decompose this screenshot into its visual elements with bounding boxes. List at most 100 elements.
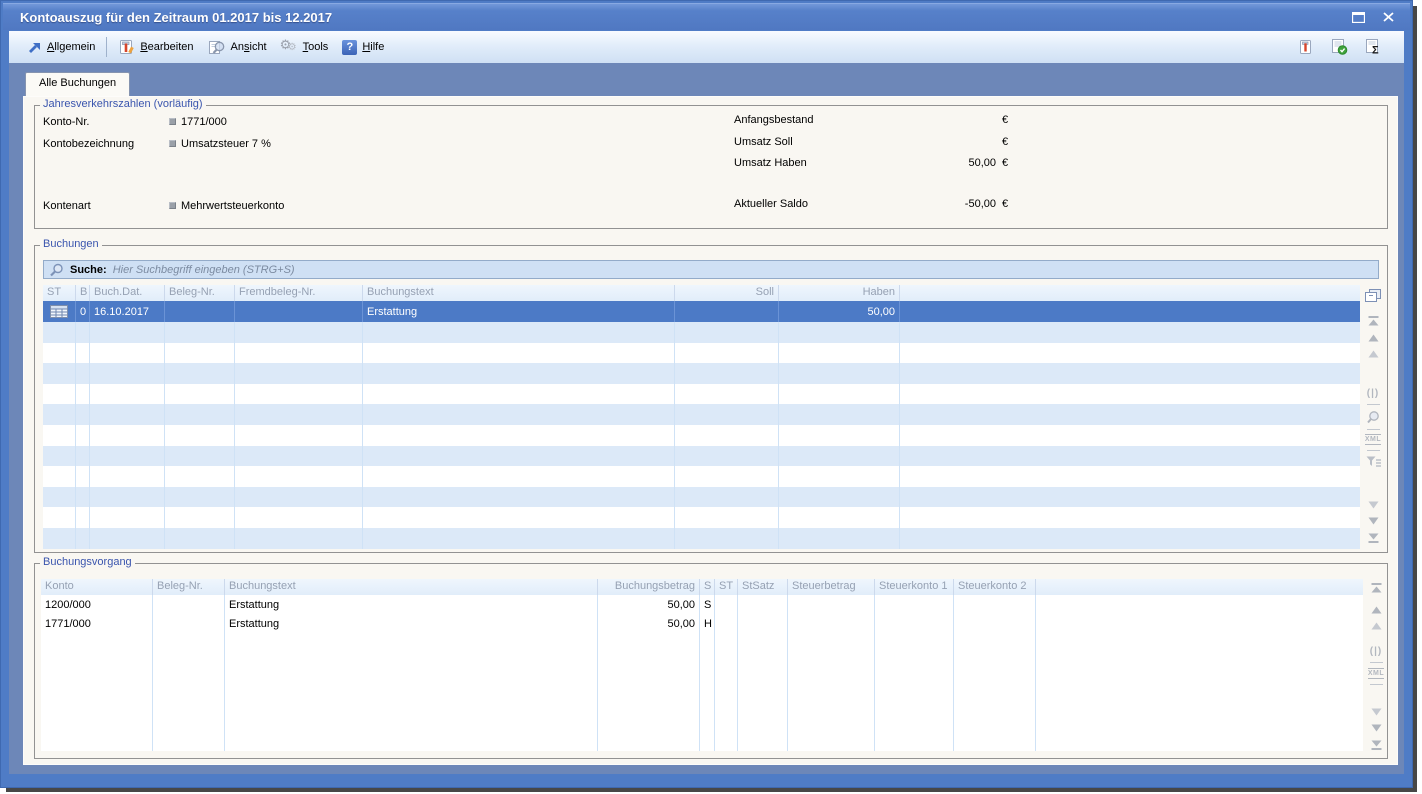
- scroll-top-icon[interactable]: [1368, 316, 1379, 326]
- scroll-down-icon[interactable]: [1371, 724, 1382, 732]
- scroll-top-icon[interactable]: [1371, 583, 1382, 593]
- column-header-konto[interactable]: Konto: [41, 579, 153, 595]
- cell-stsatz: [738, 634, 788, 654]
- cell-stk2: [954, 693, 1036, 713]
- amount-label: Umsatz Soll: [734, 136, 793, 148]
- column-header-haben[interactable]: Haben: [779, 285, 900, 301]
- cell-b: [76, 363, 90, 384]
- column-header-b[interactable]: B: [76, 285, 90, 301]
- gears-icon: ⚙⚙: [281, 39, 298, 55]
- table-row[interactable]: [41, 693, 1363, 713]
- column-header-st[interactable]: ST: [715, 579, 738, 595]
- search-bar[interactable]: Suche:: [43, 260, 1379, 279]
- fit-width-icon[interactable]: (|): [1370, 646, 1382, 657]
- xml-icon[interactable]: XML: [1368, 668, 1384, 679]
- cell-beleg: [165, 507, 235, 528]
- zoom-icon[interactable]: [1366, 410, 1380, 424]
- scroll-up-icon[interactable]: [1371, 606, 1382, 614]
- menu-item-hilfe[interactable]: ?Hilfe: [335, 37, 391, 58]
- table-row[interactable]: [41, 634, 1363, 654]
- table-row[interactable]: [43, 446, 1360, 467]
- page-down-icon[interactable]: [1371, 708, 1382, 716]
- cell-filler: [900, 425, 1360, 446]
- page-up-icon[interactable]: [1371, 622, 1382, 630]
- filter-icon[interactable]: [1366, 456, 1381, 467]
- menu-item-ansicht[interactable]: Ansicht: [201, 37, 274, 58]
- table-row[interactable]: 1771/000Erstattung50,00H: [41, 615, 1363, 635]
- cell-b: [76, 425, 90, 446]
- tab-alle-buchungen[interactable]: Alle Buchungen: [25, 72, 130, 97]
- bookings-table: STBBuch.Dat.Beleg-Nr.Fremdbeleg-Nr.Buchu…: [43, 285, 1360, 549]
- columns-icon[interactable]: [1365, 289, 1381, 303]
- column-header-beleg[interactable]: Beleg-Nr.: [153, 579, 225, 595]
- table-row[interactable]: [43, 384, 1360, 405]
- cell-stk1: [875, 732, 954, 752]
- table-header-row: STBBuch.Dat.Beleg-Nr.Fremdbeleg-Nr.Buchu…: [43, 285, 1360, 301]
- column-header-stk1[interactable]: Steuerkonto 1: [875, 579, 954, 595]
- doc-sum-icon[interactable]: Σ: [1364, 39, 1382, 55]
- summary-field-row: Konto-Nr.1771/000: [35, 114, 685, 129]
- table-row[interactable]: 1200/000Erstattung50,00S: [41, 595, 1363, 615]
- column-header-text[interactable]: Buchungstext: [363, 285, 675, 301]
- scroll-bottom-icon[interactable]: [1368, 533, 1379, 543]
- cell-date: [90, 487, 165, 508]
- restore-window-button[interactable]: [1350, 10, 1366, 25]
- table-row[interactable]: [43, 487, 1360, 508]
- table-row-selected[interactable]: 016.10.2017Erstattung50,00: [43, 301, 1360, 322]
- cell-soll: [675, 507, 779, 528]
- table-row[interactable]: [41, 712, 1363, 732]
- close-window-button[interactable]: [1380, 10, 1396, 25]
- cell-b: [76, 384, 90, 405]
- scroll-up-icon[interactable]: [1368, 334, 1379, 342]
- column-header-fremdbeleg[interactable]: Fremdbeleg-Nr.: [235, 285, 363, 301]
- table-row[interactable]: [43, 466, 1360, 487]
- column-header-beleg[interactable]: Beleg-Nr.: [165, 285, 235, 301]
- cell-text: [363, 507, 675, 528]
- cell-stk1: [875, 615, 954, 635]
- fit-width-icon[interactable]: (|): [1367, 388, 1379, 399]
- search-input[interactable]: [113, 264, 1378, 276]
- menu-item-bearbeiten[interactable]: Bearbeiten: [111, 36, 200, 58]
- cell-filler: [900, 363, 1360, 384]
- table-row[interactable]: [43, 507, 1360, 528]
- table-row[interactable]: [43, 322, 1360, 343]
- cell-st: [43, 384, 76, 405]
- toolbar-separator: [1367, 404, 1380, 405]
- column-header-s[interactable]: S: [700, 579, 715, 595]
- page-up-icon[interactable]: [1368, 350, 1379, 358]
- doc-tool-icon[interactable]: [1297, 39, 1314, 55]
- table-row[interactable]: [41, 673, 1363, 693]
- cell-beleg: [165, 528, 235, 549]
- column-header-filler[interactable]: [900, 285, 1360, 301]
- column-header-filler[interactable]: [1036, 579, 1363, 595]
- table-row[interactable]: [43, 528, 1360, 549]
- column-header-stk2[interactable]: Steuerkonto 2: [954, 579, 1036, 595]
- grid-icon: [50, 305, 68, 318]
- doc-check-icon[interactable]: [1330, 39, 1348, 55]
- column-header-st[interactable]: ST: [43, 285, 76, 301]
- cell-st: [715, 693, 738, 713]
- titlebar[interactable]: Kontoauszug für den Zeitraum 01.2017 bis…: [3, 3, 1410, 30]
- column-header-betrag[interactable]: Buchungsbetrag: [598, 579, 700, 595]
- column-header-text[interactable]: Buchungstext: [225, 579, 598, 595]
- column-header-date[interactable]: Buch.Dat.: [90, 285, 165, 301]
- table-row[interactable]: [43, 404, 1360, 425]
- table-row[interactable]: [41, 654, 1363, 674]
- table-row[interactable]: [43, 425, 1360, 446]
- table-row[interactable]: [41, 732, 1363, 752]
- column-header-steuerbetrag[interactable]: Steuerbetrag: [788, 579, 875, 595]
- column-header-stsatz[interactable]: StSatz: [738, 579, 788, 595]
- menu-item-allgemein[interactable]: Allgemein: [21, 38, 102, 57]
- cell-soll: [675, 301, 779, 322]
- cell-stk1: [875, 634, 954, 654]
- page-down-icon[interactable]: [1368, 501, 1379, 509]
- menu-item-tools[interactable]: ⚙⚙Tools: [274, 36, 336, 58]
- xml-icon[interactable]: XML: [1365, 434, 1381, 445]
- column-header-soll[interactable]: Soll: [675, 285, 779, 301]
- scroll-down-icon[interactable]: [1368, 517, 1379, 525]
- table-row[interactable]: [43, 343, 1360, 364]
- cell-steuerbetrag: [788, 673, 875, 693]
- table-row[interactable]: [43, 363, 1360, 384]
- scroll-bottom-icon[interactable]: [1371, 740, 1382, 750]
- field-value: 1771/000: [181, 116, 227, 128]
